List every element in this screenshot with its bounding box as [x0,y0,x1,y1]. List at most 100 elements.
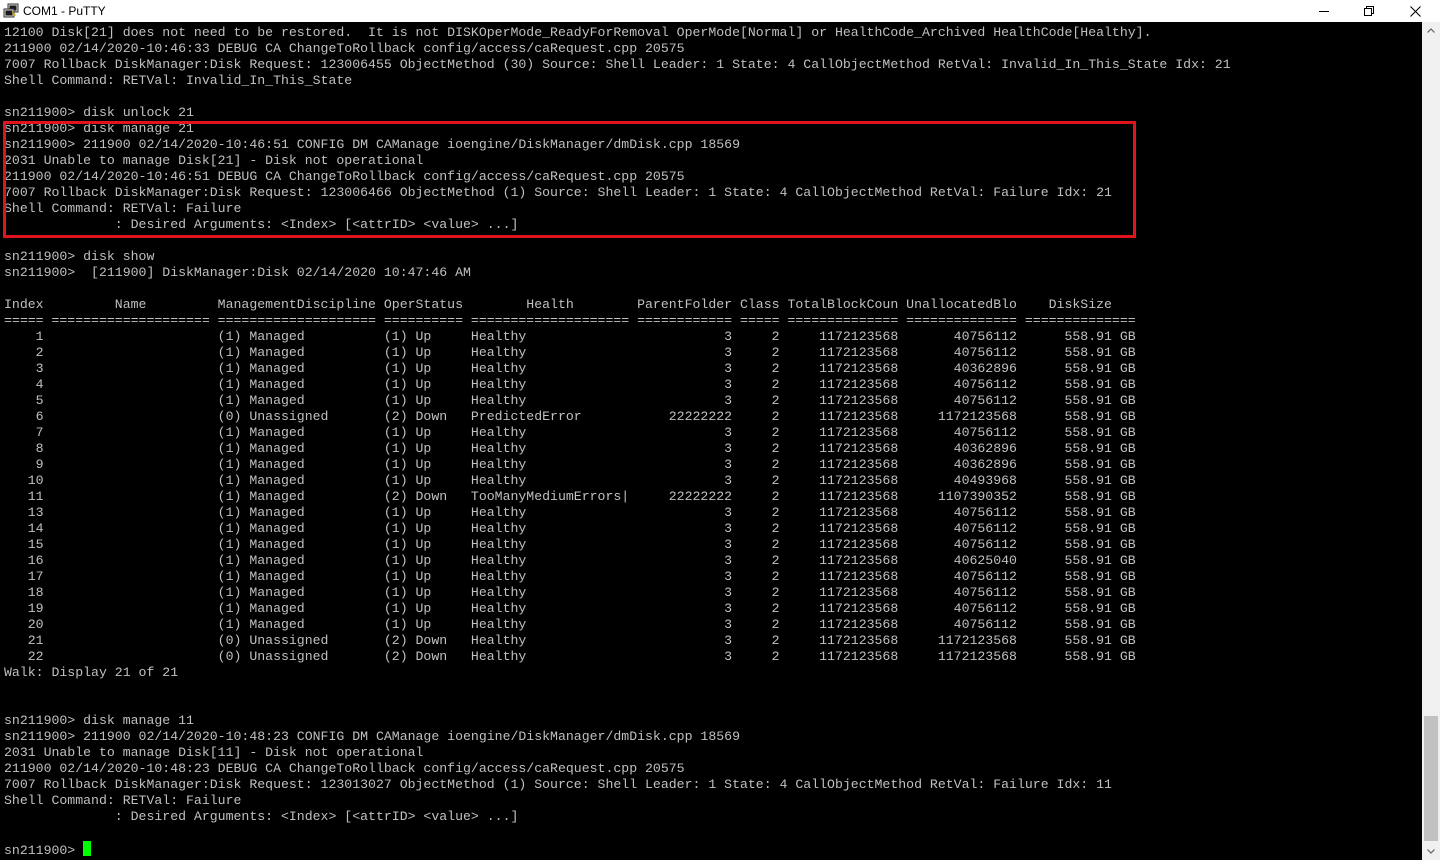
maximize-icon [1364,6,1374,16]
terminal-line: : Desired Arguments: <Index> [<attrID> <… [4,217,1231,233]
terminal-line: 14 (1) Managed (1) Up Healthy 3 2 117212… [4,521,1231,537]
terminal-line-text: 21 (0) Unassigned (2) Down Healthy 3 2 1… [4,633,1136,648]
terminal-line-text: sn211900> 211900 02/14/2020-10:46:51 CON… [4,137,740,152]
terminal-line: : Desired Arguments: <Index> [<attrID> <… [4,809,1231,825]
terminal-line-text: sn211900> disk unlock 21 [4,105,194,120]
close-icon [1409,5,1421,17]
terminal-line: 3 (1) Managed (1) Up Healthy 3 2 1172123… [4,361,1231,377]
putty-icon[interactable] [3,3,19,19]
terminal-line-text: sn211900> 211900 02/14/2020-10:48:23 CON… [4,729,740,744]
terminal-line-text: 18 (1) Managed (1) Up Healthy 3 2 117212… [4,585,1136,600]
terminal-line-text: 5 (1) Managed (1) Up Healthy 3 2 1172123… [4,393,1136,408]
terminal-line-text: 211900 02/14/2020-10:48:23 DEBUG CA Chan… [4,761,685,776]
terminal-line-text: 17 (1) Managed (1) Up Healthy 3 2 117212… [4,569,1136,584]
title-bar[interactable]: COM1 - PuTTY [0,0,1440,22]
terminal-line: 5 (1) Managed (1) Up Healthy 3 2 1172123… [4,393,1231,409]
terminal-line-text: 13 (1) Managed (1) Up Healthy 3 2 117212… [4,505,1136,520]
terminal-line: 4 (1) Managed (1) Up Healthy 3 2 1172123… [4,377,1231,393]
terminal-line-text: sn211900> [4,843,84,858]
terminal-area[interactable]: 12100 Disk[21] does not need to be resto… [0,22,1422,860]
terminal-line: sn211900> [4,841,1231,858]
terminal-line: 8 (1) Managed (1) Up Healthy 3 2 1172123… [4,441,1231,457]
terminal-line-text: 2031 Unable to manage Disk[21] - Disk no… [4,153,424,168]
terminal-line-text: : Desired Arguments: <Index> [<attrID> <… [4,217,519,232]
terminal-line: 10 (1) Managed (1) Up Healthy 3 2 117212… [4,473,1231,489]
terminal-line: 211900 02/14/2020-10:46:33 DEBUG CA Chan… [4,41,1231,57]
terminal-line-text: 12100 Disk[21] does not need to be resto… [4,25,1152,40]
terminal-line: 11 (1) Managed (2) Down TooManyMediumErr… [4,489,1231,505]
terminal-output: 12100 Disk[21] does not need to be resto… [4,25,1231,858]
terminal-line-text: 2031 Unable to manage Disk[11] - Disk no… [4,745,424,760]
terminal-line-text: 7007 Rollback DiskManager:Disk Request: … [4,57,1231,72]
vertical-scrollbar[interactable] [1422,22,1440,860]
terminal-line: sn211900> 211900 02/14/2020-10:46:51 CON… [4,137,1231,153]
terminal-line-text: Index Name ManagementDiscipline OperStat… [4,297,1112,312]
terminal-line-text: : Desired Arguments: <Index> [<attrID> <… [4,809,519,824]
chevron-up-icon [1427,28,1435,33]
terminal-line: sn211900> disk show [4,249,1231,265]
terminal-line: Shell Command: RETVal: Failure [4,201,1231,217]
terminal-line-text: Shell Command: RETVal: Failure [4,793,242,808]
window-title: COM1 - PuTTY [23,4,106,18]
terminal-line-text: 14 (1) Managed (1) Up Healthy 3 2 117212… [4,521,1136,536]
terminal-line-text: 3 (1) Managed (1) Up Healthy 3 2 1172123… [4,361,1136,376]
terminal-line: 7007 Rollback DiskManager:Disk Request: … [4,185,1231,201]
terminal-line: 211900 02/14/2020-10:48:23 DEBUG CA Chan… [4,761,1231,777]
terminal-line-text: 211900 02/14/2020-10:46:51 DEBUG CA Chan… [4,169,685,184]
terminal-line-text: 15 (1) Managed (1) Up Healthy 3 2 117212… [4,537,1136,552]
terminal-line: 7007 Rollback DiskManager:Disk Request: … [4,57,1231,73]
terminal-line: 22 (0) Unassigned (2) Down Healthy 3 2 1… [4,649,1231,665]
terminal-line-text: 2 (1) Managed (1) Up Healthy 3 2 1172123… [4,345,1136,360]
terminal-line: 18 (1) Managed (1) Up Healthy 3 2 117212… [4,585,1231,601]
terminal-line: 20 (1) Managed (1) Up Healthy 3 2 117212… [4,617,1231,633]
chevron-down-icon [1427,849,1435,854]
terminal-line-text: 19 (1) Managed (1) Up Healthy 3 2 117212… [4,601,1136,616]
terminal-line: 16 (1) Managed (1) Up Healthy 3 2 117212… [4,553,1231,569]
terminal-line-text: sn211900> [211900] DiskManager:Disk 02/1… [4,265,471,280]
minimize-button[interactable] [1301,0,1347,22]
terminal-line-text: 7007 Rollback DiskManager:Disk Request: … [4,185,1112,200]
terminal-line-text: 16 (1) Managed (1) Up Healthy 3 2 117212… [4,553,1136,568]
terminal-line: 2031 Unable to manage Disk[21] - Disk no… [4,153,1231,169]
close-button[interactable] [1392,0,1438,22]
terminal-line-text: Walk: Display 21 of 21 [4,665,179,680]
terminal-line: Index Name ManagementDiscipline OperStat… [4,297,1231,313]
terminal-line: 211900 02/14/2020-10:46:51 DEBUG CA Chan… [4,169,1231,185]
terminal-line-text: 8 (1) Managed (1) Up Healthy 3 2 1172123… [4,441,1136,456]
scroll-down-button[interactable] [1422,843,1440,860]
terminal-line: sn211900> [211900] DiskManager:Disk 02/1… [4,265,1231,281]
terminal-line: 2031 Unable to manage Disk[11] - Disk no… [4,745,1231,761]
terminal-line: 13 (1) Managed (1) Up Healthy 3 2 117212… [4,505,1231,521]
terminal-line-text: 6 (0) Unassigned (2) Down PredictedError… [4,409,1136,424]
terminal-line-text: Shell Command: RETVal: Invalid_In_This_S… [4,73,353,88]
terminal-line: 9 (1) Managed (1) Up Healthy 3 2 1172123… [4,457,1231,473]
terminal-line-text: 9 (1) Managed (1) Up Healthy 3 2 1172123… [4,457,1136,472]
scrollbar-thumb[interactable] [1424,716,1438,841]
terminal-line: 15 (1) Managed (1) Up Healthy 3 2 117212… [4,537,1231,553]
terminal-line-text: 1 (1) Managed (1) Up Healthy 3 2 1172123… [4,329,1136,344]
terminal-line: sn211900> disk manage 21 [4,121,1231,137]
terminal-line: sn211900> disk unlock 21 [4,105,1231,121]
terminal-line-text: 7007 Rollback DiskManager:Disk Request: … [4,777,1112,792]
terminal-line-text: 11 (1) Managed (2) Down TooManyMediumErr… [4,489,1136,504]
terminal-line: ===== ==================== =============… [4,313,1231,329]
terminal-line-text: 7 (1) Managed (1) Up Healthy 3 2 1172123… [4,425,1136,440]
cursor-block [83,841,92,856]
terminal-line: 7007 Rollback DiskManager:Disk Request: … [4,777,1231,793]
terminal-line: 17 (1) Managed (1) Up Healthy 3 2 117212… [4,569,1231,585]
terminal-line: 21 (0) Unassigned (2) Down Healthy 3 2 1… [4,633,1231,649]
terminal-line: 2 (1) Managed (1) Up Healthy 3 2 1172123… [4,345,1231,361]
terminal-line: 7 (1) Managed (1) Up Healthy 3 2 1172123… [4,425,1231,441]
terminal-line-text: 211900 02/14/2020-10:46:33 DEBUG CA Chan… [4,41,685,56]
terminal-line: 12100 Disk[21] does not need to be resto… [4,25,1231,41]
terminal-line: sn211900> 211900 02/14/2020-10:48:23 CON… [4,729,1231,745]
scroll-up-button[interactable] [1422,22,1440,39]
terminal-line: Shell Command: RETVal: Failure [4,793,1231,809]
terminal-line: sn211900> disk manage 11 [4,713,1231,729]
maximize-button[interactable] [1346,0,1392,22]
terminal-line: 1 (1) Managed (1) Up Healthy 3 2 1172123… [4,329,1231,345]
